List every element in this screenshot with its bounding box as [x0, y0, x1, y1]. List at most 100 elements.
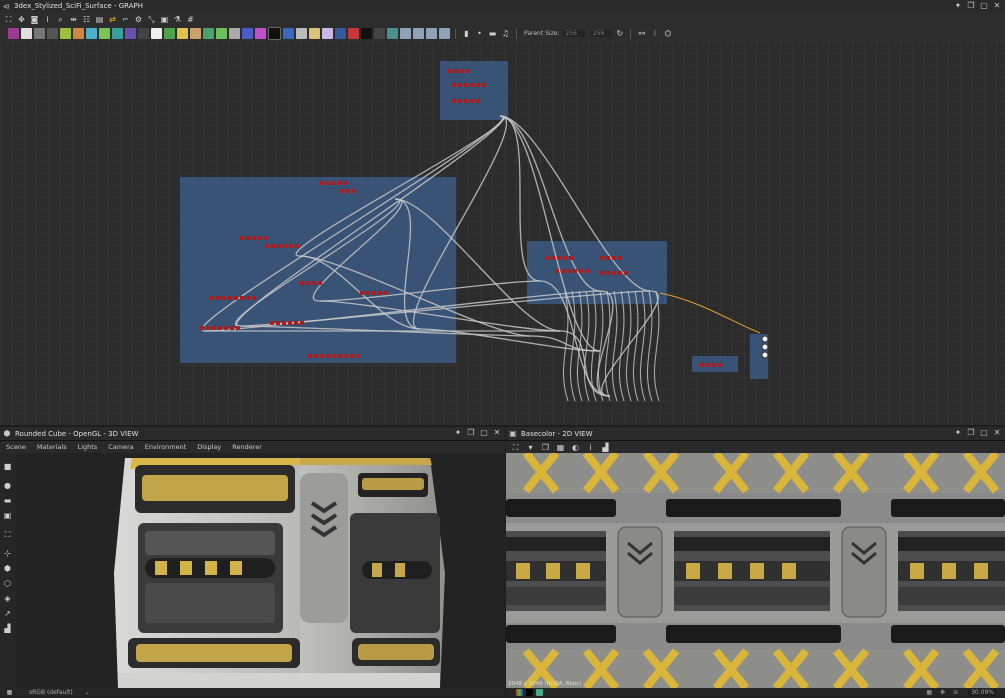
graph-node[interactable] [295, 244, 299, 248]
pan-icon[interactable]: ✥ [940, 689, 945, 696]
graph-node[interactable] [306, 281, 310, 285]
pin-icon[interactable]: ✦ [454, 428, 462, 437]
dot-node-icon[interactable]: • [474, 28, 485, 39]
graph-node[interactable] [600, 256, 604, 260]
graph-node[interactable] [557, 256, 561, 260]
graph-node[interactable] [270, 321, 274, 325]
triangle-node-icon[interactable] [309, 28, 320, 39]
graph-node[interactable] [200, 326, 204, 330]
menu-environment[interactable]: Environment [145, 443, 187, 451]
graph-node[interactable] [300, 281, 304, 285]
graph-node[interactable] [612, 271, 616, 275]
graph-node[interactable] [470, 83, 474, 87]
publish-icon[interactable]: ⌬ [662, 28, 673, 39]
comment-icon[interactable]: ⚗ [172, 14, 183, 25]
output-node-icon[interactable] [374, 28, 385, 39]
color-space-select[interactable]: sRGB (default) [29, 689, 73, 696]
copy-icon[interactable]: ❐ [540, 442, 551, 453]
warp-node-icon[interactable] [242, 28, 253, 39]
hsl-node-icon[interactable] [125, 28, 136, 39]
blend-node-icon[interactable] [34, 28, 45, 39]
channel-node-icon[interactable] [60, 28, 71, 39]
alpha-channel-icon[interactable] [526, 689, 533, 696]
graph-node[interactable] [294, 321, 298, 325]
graph-node[interactable] [718, 363, 722, 367]
shape-node-icon[interactable] [190, 28, 201, 39]
info-icon[interactable]: i [585, 442, 596, 453]
graph-node[interactable] [346, 189, 350, 193]
frame-icon[interactable]: ▣ [159, 14, 170, 25]
graph-node[interactable] [314, 354, 318, 358]
switch-node-icon[interactable] [400, 28, 411, 39]
graph-node[interactable] [240, 296, 244, 300]
grid-icon[interactable]: ▦ [926, 689, 932, 696]
reset-icon[interactable]: ↻ [614, 28, 625, 39]
close-icon[interactable]: ✕ [493, 428, 501, 437]
pin-icon[interactable]: ✦ [954, 428, 962, 437]
graph-node[interactable] [482, 83, 486, 87]
graph-node[interactable] [466, 69, 470, 73]
graph-node[interactable] [384, 291, 388, 295]
frame-node-icon[interactable] [439, 28, 450, 39]
graph-node[interactable] [282, 321, 286, 325]
graph-node[interactable] [326, 181, 330, 185]
tile-view-icon[interactable] [536, 689, 543, 696]
camera-icon[interactable]: ◙ [29, 14, 40, 25]
graph-node[interactable] [288, 321, 292, 325]
graph-node[interactable] [706, 363, 710, 367]
graph-node[interactable] [470, 99, 474, 103]
graph-node[interactable] [332, 181, 336, 185]
graph-node[interactable] [264, 236, 268, 240]
split-node-icon[interactable] [426, 28, 437, 39]
layout-icon[interactable]: ▤ [94, 14, 105, 25]
svg-node-icon[interactable] [268, 27, 281, 40]
move-icon[interactable]: ✥ [16, 14, 27, 25]
graph-node[interactable] [230, 326, 234, 330]
graph-node[interactable] [246, 296, 250, 300]
output-node[interactable] [761, 343, 769, 351]
graph-node[interactable] [312, 281, 316, 285]
float-icon[interactable]: ❐ [967, 1, 975, 10]
menu-scene[interactable]: Scene [6, 443, 26, 451]
graph-node[interactable] [320, 181, 324, 185]
menu-camera[interactable]: Camera [108, 443, 134, 451]
output-node[interactable] [761, 335, 769, 343]
settings-icon[interactable]: ⚙ [133, 14, 144, 25]
graph-node[interactable] [218, 326, 222, 330]
graph-node[interactable] [318, 281, 322, 285]
graph-node[interactable] [452, 99, 456, 103]
channel-icon[interactable]: ◐ [570, 442, 581, 453]
graph-node[interactable] [476, 99, 480, 103]
menu-display[interactable]: Display [197, 443, 221, 451]
graph-node[interactable] [300, 321, 304, 325]
graph-node[interactable] [378, 291, 382, 295]
graph-node[interactable] [464, 99, 468, 103]
node-link-icon[interactable]: ⚯ [636, 28, 647, 39]
graph-node[interactable] [283, 244, 287, 248]
graph-node[interactable] [224, 326, 228, 330]
graph-node[interactable] [338, 354, 342, 358]
graph-node[interactable] [579, 269, 583, 273]
graph-node[interactable] [234, 296, 238, 300]
tile-icon[interactable]: ▦ [555, 442, 566, 453]
close-icon[interactable]: ✕ [993, 428, 1001, 437]
graph-node[interactable] [366, 291, 370, 295]
graph-node[interactable] [452, 83, 456, 87]
grid-icon[interactable]: # [185, 14, 196, 25]
graph-node[interactable] [352, 189, 356, 193]
fit-icon[interactable]: ⛶ [510, 442, 521, 453]
zoom-out-icon[interactable]: ⊖ [953, 689, 958, 696]
text-a-node-icon[interactable] [322, 28, 333, 39]
rgb-channel-icon[interactable] [516, 689, 523, 696]
close-icon[interactable]: ✕ [993, 1, 1001, 10]
graph-node[interactable] [448, 69, 452, 73]
graph-node[interactable] [236, 326, 240, 330]
graph-node[interactable] [712, 363, 716, 367]
graph-node[interactable] [265, 244, 269, 248]
maximize-icon[interactable]: ▢ [980, 1, 988, 10]
graph-node[interactable] [545, 256, 549, 260]
view3d-viewport[interactable]: ■ ● ▬ ▣ ⛶ ⊹ ⬢ ⬡ ◈ ↗ ▟ [0, 453, 505, 688]
pin-icon[interactable]: ✦ [954, 1, 962, 10]
graph-node[interactable] [252, 296, 256, 300]
microphone-icon[interactable]: ♫ [500, 28, 511, 39]
